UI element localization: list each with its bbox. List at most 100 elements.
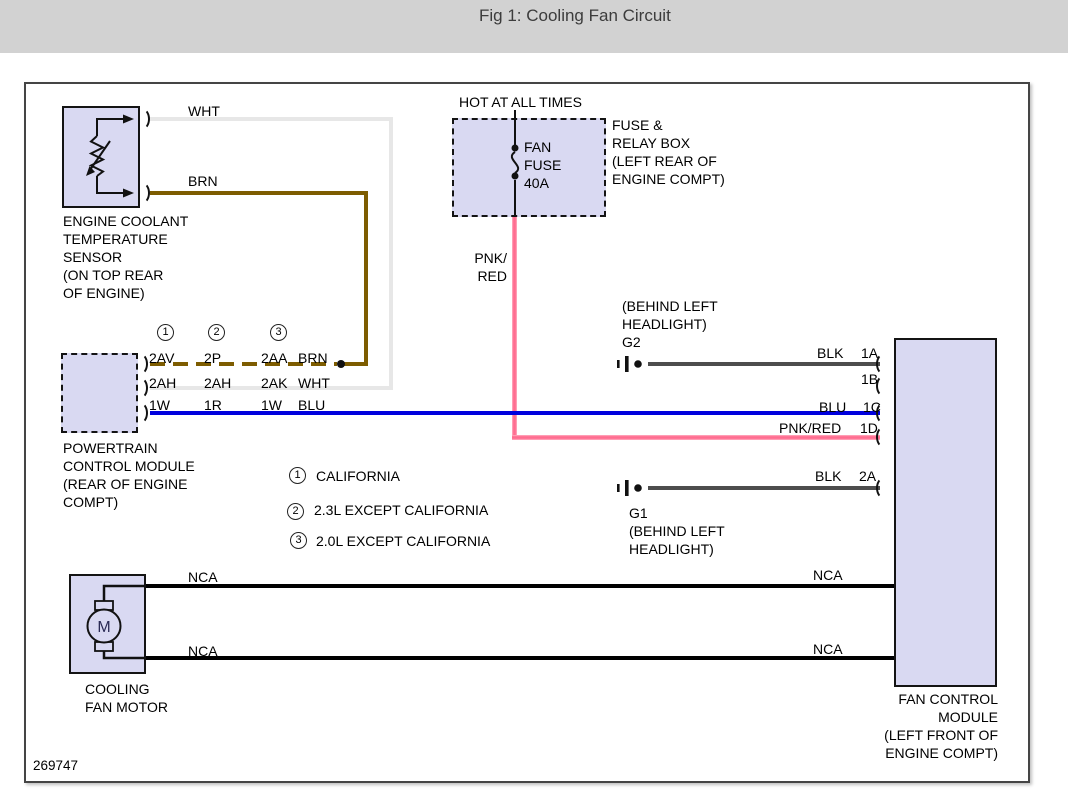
fuse-relay-box-label-line: RELAY BOX bbox=[612, 134, 725, 152]
fan-fuse-label-line: FAN bbox=[524, 138, 561, 156]
pin-label-1c: 1C bbox=[863, 398, 881, 416]
circuit-label: 2AK bbox=[261, 374, 287, 392]
g1-name-label: G1 bbox=[629, 504, 725, 522]
brn-wire-vertical bbox=[364, 191, 368, 366]
circuit-label: 1R bbox=[204, 396, 222, 414]
pin-label-2a: 2A bbox=[859, 467, 876, 485]
legend-marker-2: 2 bbox=[287, 503, 304, 520]
option-marker-1: 1 bbox=[157, 324, 174, 341]
fan-control-module-label-line: FAN CONTROL bbox=[798, 690, 998, 708]
circuit-label: 2P bbox=[204, 349, 221, 367]
circuit-label: 2AV bbox=[149, 349, 174, 367]
pcm-label-line: CONTROL MODULE bbox=[63, 457, 195, 475]
ground-symbol-g2 bbox=[614, 352, 648, 376]
brn-junction-dot bbox=[337, 360, 345, 368]
cooling-fan-motor-label-line: COOLING bbox=[85, 680, 168, 698]
module-pin-bracket-1d bbox=[876, 426, 892, 448]
legend-text-2: 2.3L EXCEPT CALIFORNIA bbox=[314, 501, 488, 519]
wire-label-nca-top-left: NCA bbox=[188, 568, 218, 586]
wire-label-pnk-red-line: RED bbox=[450, 267, 507, 285]
circuit-label: 2AA bbox=[261, 349, 287, 367]
fuse-relay-box-label: FUSE & RELAY BOX (LEFT REAR OF ENGINE CO… bbox=[612, 116, 725, 188]
wire-label-pnk-red-line: PNK/ bbox=[450, 249, 507, 267]
pcm-pin-bracket-row3 bbox=[132, 402, 148, 424]
fan-control-module-label-line: (LEFT FRONT OF bbox=[798, 726, 998, 744]
ect-sensor-label-line: TEMPERATURE bbox=[63, 230, 188, 248]
cooling-fan-motor-label-line: FAN MOTOR bbox=[85, 698, 168, 716]
wire-label-brn: BRN bbox=[188, 172, 218, 190]
blu-wire-run bbox=[150, 411, 880, 415]
pnk-red-wire-vertical bbox=[512, 217, 517, 440]
sensor-pin-bracket-top bbox=[134, 108, 150, 130]
g2-location-label: (BEHIND LEFT HEADLIGHT) G2 bbox=[622, 297, 718, 351]
option-marker-3: 3 bbox=[270, 324, 287, 341]
fuse-relay-box-label-line: ENGINE COMPT) bbox=[612, 170, 725, 188]
g2-location-line: HEADLIGHT) bbox=[622, 315, 718, 333]
nca-wire-top-run bbox=[146, 584, 894, 588]
blk-wire-g1-run bbox=[648, 486, 880, 490]
fan-fuse-label-line: 40A bbox=[524, 174, 561, 192]
legend-marker-3: 3 bbox=[290, 532, 307, 549]
legend-marker-1: 1 bbox=[289, 467, 306, 484]
figure-number: 269747 bbox=[33, 757, 78, 775]
wire-label-wht: WHT bbox=[188, 102, 220, 120]
wire-color-label-blu-1c: BLU bbox=[819, 398, 846, 416]
wiring-diagram-page: Fig 1: Cooling Fan Circuit bbox=[0, 0, 1068, 807]
fan-control-module-box bbox=[894, 338, 997, 687]
legend-text-1: CALIFORNIA bbox=[316, 467, 400, 485]
motor-symbol: M bbox=[69, 574, 146, 674]
wire-label-nca-bottom-left: NCA bbox=[188, 642, 218, 660]
fan-control-module-label: FAN CONTROL MODULE (LEFT FRONT OF ENGINE… bbox=[798, 690, 998, 762]
wire-color-label-pnkred-1d: PNK/RED bbox=[779, 419, 841, 437]
wire-label-pnk-red: PNK/ RED bbox=[450, 249, 507, 285]
pcm-label-line: COMPT) bbox=[63, 493, 195, 511]
option-marker-2: 2 bbox=[208, 324, 225, 341]
fan-control-module-label-line: MODULE bbox=[798, 708, 998, 726]
wire-color-label-blk-2a: BLK bbox=[815, 467, 841, 485]
wht-wire-vertical bbox=[389, 117, 393, 390]
pcm-label-line: POWERTRAIN bbox=[63, 439, 195, 457]
g1-location-line: (BEHIND LEFT bbox=[629, 522, 725, 540]
pcm-box bbox=[61, 353, 138, 433]
wire-color-label: WHT bbox=[298, 374, 330, 392]
nca-wire-bottom-run bbox=[146, 656, 894, 660]
pcm-label-line: (REAR OF ENGINE bbox=[63, 475, 195, 493]
ect-sensor-label-line: SENSOR bbox=[63, 248, 188, 266]
wire-color-label-blk-1a: BLK bbox=[817, 344, 843, 362]
ect-sensor-label-line: (ON TOP REAR bbox=[63, 266, 188, 284]
ect-sensor-label-line: OF ENGINE) bbox=[63, 284, 188, 302]
module-pin-bracket-1a bbox=[876, 353, 892, 375]
sensor-pin-bracket-bottom bbox=[134, 182, 150, 204]
fuse-relay-box-label-line: FUSE & bbox=[612, 116, 725, 134]
module-pin-bracket-1b bbox=[876, 375, 892, 397]
wire-label-nca-bottom-right: NCA bbox=[813, 640, 843, 658]
motor-m-label: M bbox=[97, 619, 110, 636]
blk-wire-g2-run bbox=[648, 362, 880, 366]
legend-text-3: 2.0L EXCEPT CALIFORNIA bbox=[316, 532, 490, 550]
fan-fuse-label-line: FUSE bbox=[524, 156, 561, 174]
wht-wire-top-run bbox=[150, 117, 393, 121]
figure-title: Fig 1: Cooling Fan Circuit bbox=[479, 6, 671, 26]
pcm-pin-bracket-row1 bbox=[132, 353, 148, 375]
circuit-label: 2AH bbox=[204, 374, 231, 392]
fan-fuse-label: FAN FUSE 40A bbox=[524, 138, 561, 192]
module-pin-bracket-2a bbox=[876, 477, 892, 499]
fan-control-module-label-line: ENGINE COMPT) bbox=[798, 744, 998, 762]
ect-sensor-label-line: ENGINE COOLANT bbox=[63, 212, 188, 230]
pcm-label: POWERTRAIN CONTROL MODULE (REAR OF ENGIN… bbox=[63, 439, 195, 511]
thermistor-symbol bbox=[62, 106, 142, 210]
brn-wire-elbow bbox=[341, 362, 368, 366]
wire-color-label: BLU bbox=[298, 396, 325, 414]
ground-symbol-g1 bbox=[614, 476, 648, 500]
pcm-pin-bracket-row2 bbox=[132, 377, 148, 399]
brn-wire-top-run bbox=[150, 191, 368, 195]
wire-label-nca-top-right: NCA bbox=[813, 566, 843, 584]
pin-label-1b: 1B bbox=[861, 370, 878, 388]
g2-name-label: G2 bbox=[622, 333, 718, 351]
g2-location-line: (BEHIND LEFT bbox=[622, 297, 718, 315]
g1-location-line: HEADLIGHT) bbox=[629, 540, 725, 558]
cooling-fan-motor-label: COOLING FAN MOTOR bbox=[85, 680, 168, 716]
circuit-label: 1W bbox=[261, 396, 282, 414]
wire-color-label: BRN bbox=[298, 349, 328, 367]
fuse-relay-box-label-line: (LEFT REAR OF bbox=[612, 152, 725, 170]
